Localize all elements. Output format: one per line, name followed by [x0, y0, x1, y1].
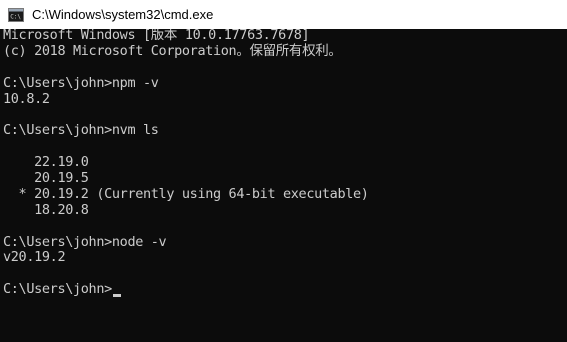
console-line: 20.19.5: [3, 170, 89, 187]
console-line: 18.20.8: [3, 201, 89, 218]
window-title: C:\Windows\system32\cmd.exe: [32, 7, 214, 22]
console-line: C:\Users\john>node -v: [3, 233, 167, 250]
svg-text:C:\: C:\: [10, 13, 21, 20]
prompt-text: C:\Users\john>: [3, 281, 112, 298]
console-line: v20.19.2: [3, 249, 66, 266]
console-line: 10.8.2: [3, 90, 50, 107]
console-output[interactable]: Microsoft Windows [版本 10.0.17763.7678] (…: [0, 29, 567, 342]
console-line: * 20.19.2 (Currently using 64-bit execut…: [3, 185, 369, 202]
console-line: 22.19.0: [3, 154, 89, 171]
console-lines: Microsoft Windows [版本 10.0.17763.7678] (…: [3, 29, 369, 298]
current-prompt-line[interactable]: C:\Users\john>: [3, 281, 369, 298]
console-line: Microsoft Windows [版本 10.0.17763.7678]: [3, 29, 310, 43]
text-cursor: [112, 294, 121, 298]
console-line: C:\Users\john>nvm ls: [3, 122, 159, 139]
title-bar[interactable]: C:\ C:\Windows\system32\cmd.exe: [0, 0, 567, 29]
console-line: (c) 2018 Microsoft Corporation。保留所有权利。: [3, 42, 342, 59]
cmd-icon: C:\: [8, 7, 24, 22]
cmd-window: C:\ C:\Windows\system32\cmd.exe Microsof…: [0, 0, 567, 342]
console-line: C:\Users\john>npm -v: [3, 74, 159, 91]
